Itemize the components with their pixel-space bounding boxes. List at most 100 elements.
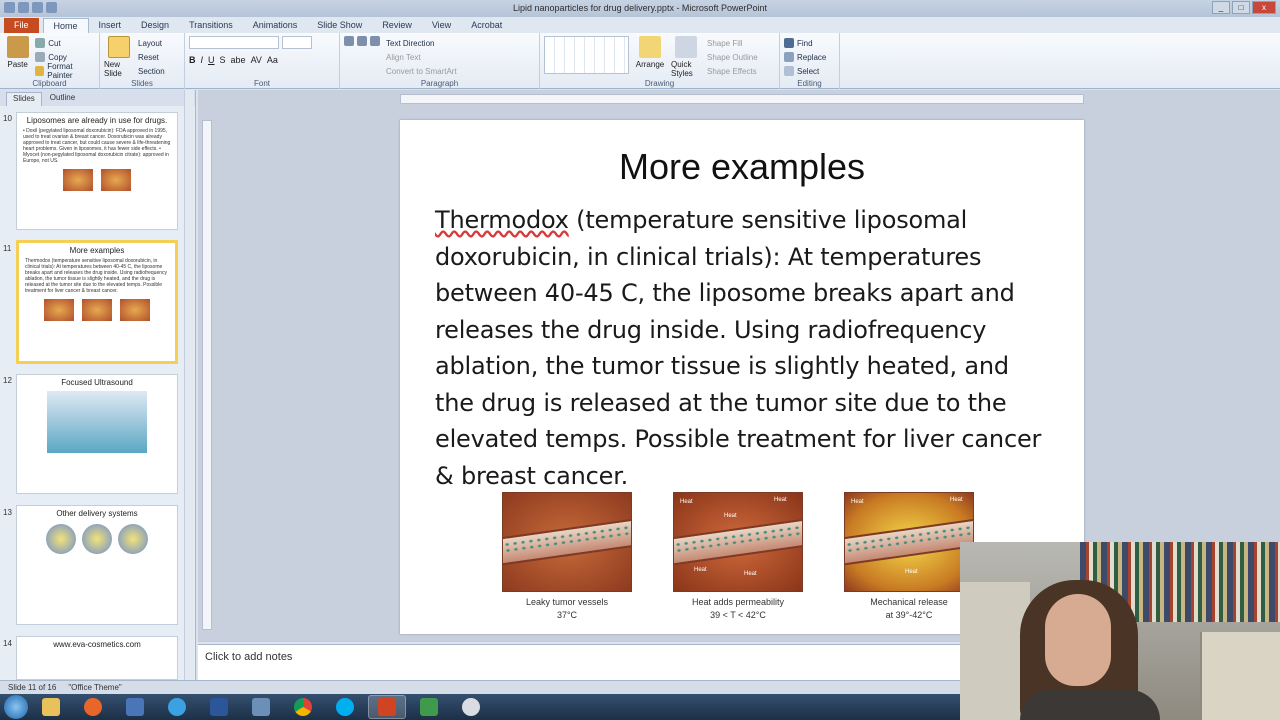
shadow-button[interactable]: S [220,55,226,65]
tab-transitions[interactable]: Transitions [179,18,243,33]
ie-icon [168,698,186,716]
tab-acrobat[interactable]: Acrobat [461,18,512,33]
window-title: Lipid nanoparticles for drug delivery.pp… [513,3,767,13]
slide-thumbnail-10[interactable]: Liposomes are already in use for drugs. … [16,112,178,230]
shapes-gallery[interactable] [544,36,629,74]
slide-body-text[interactable]: Thermodox (temperature sensitive liposom… [435,202,1055,494]
paragraph-group: Text Direction Align Text Convert to Sma… [340,33,540,89]
heat-label: Heat [744,571,757,577]
numbering-icon[interactable] [357,36,367,46]
maximize-button[interactable]: □ [1232,1,1250,14]
clipboard-group: Paste Cut Copy Format Painter Clipboard [0,33,100,89]
quick-styles-button[interactable]: Quick Styles [671,36,701,78]
slide-thumbnail-11[interactable]: More examples Thermodox (temperature sen… [16,240,178,364]
thumb-image [118,524,148,554]
minimize-button[interactable]: _ [1212,1,1230,14]
heat-label: Heat [724,513,737,519]
bold-button[interactable]: B [189,55,196,65]
close-button[interactable]: x [1252,1,1276,14]
slides-pane-scrollbar[interactable] [184,90,194,680]
tab-insert[interactable]: Insert [89,18,132,33]
shape-fill-button[interactable]: Shape Fill [707,36,758,50]
theme-name[interactable]: "Office Theme" [68,683,121,692]
figure-caption: Heat adds permeability 39 < T < 42°C [691,597,785,620]
slide-thumbnail-14[interactable]: www.eva-cosmetics.com [16,636,178,680]
replace-button[interactable]: Replace [784,50,835,64]
underline-button[interactable]: U [208,55,215,65]
slide-number: 13 [3,508,12,517]
scissors-icon [35,38,46,48]
taskbar-explorer[interactable] [32,695,70,719]
tab-outline[interactable]: Outline [44,92,81,106]
font-size-input[interactable] [282,36,312,49]
notes-placeholder[interactable]: Click to add notes [205,651,292,663]
taskbar-search[interactable] [452,695,490,719]
cut-button[interactable]: Cut [35,36,95,50]
taskbar-powerpoint[interactable] [368,695,406,719]
bullets-icon[interactable] [344,36,354,46]
heat-label: Heat [694,567,707,573]
figure-heat-permeability[interactable]: Heat Heat Heat Heat Heat [673,492,803,592]
font-name-input[interactable] [189,36,279,49]
status-bar: Slide 11 of 16 "Office Theme" [0,680,960,694]
taskbar-skype[interactable] [326,695,364,719]
brush-icon [35,66,45,76]
slide-thumbnail-12[interactable]: Focused Ultrasound [16,374,178,494]
figure-caption: Leaky tumor vessels 37°C [525,597,609,620]
slide-number: 11 [3,244,12,253]
taskbar-media[interactable] [116,695,154,719]
text-direction-button[interactable]: Text Direction [386,36,457,50]
tab-file[interactable]: File [4,18,39,33]
start-button[interactable] [4,695,28,719]
change-case-button[interactable]: Aa [267,55,278,65]
char-spacing-button[interactable]: AV [251,55,262,65]
taskbar-chrome[interactable] [284,695,322,719]
slide-title[interactable]: More examples [400,146,1084,188]
network-icon [252,698,270,716]
shape-outline-button[interactable]: Shape Outline [707,50,758,64]
find-button[interactable]: Find [784,36,835,50]
convert-smartart-button[interactable]: Convert to SmartArt [386,64,457,78]
taskbar-camtasia[interactable] [410,695,448,719]
new-slide-button[interactable]: New Slide [104,36,134,78]
taskbar-network[interactable] [242,695,280,719]
layout-button[interactable]: Layout [138,36,165,50]
presenter-body [1020,690,1160,720]
format-painter-button[interactable]: Format Painter [35,62,95,80]
thumb-image [82,299,112,321]
tab-slide-show[interactable]: Slide Show [307,18,372,33]
indent-icon[interactable] [370,36,380,46]
search-icon [462,698,480,716]
tab-slides[interactable]: Slides [6,92,42,106]
arrange-button[interactable]: Arrange [635,36,665,78]
align-text-button[interactable]: Align Text [386,50,457,64]
figure-leaky-vessels[interactable] [502,492,632,592]
thumb-image [120,299,150,321]
thumb-image [82,524,112,554]
media-player-icon [126,698,144,716]
folder-icon [42,698,60,716]
taskbar-firefox[interactable] [74,695,112,719]
powerpoint-icon [378,698,396,716]
misspelled-term[interactable]: Thermodox [435,206,569,234]
thumb-image [63,169,93,191]
section-button[interactable]: Section [138,64,165,78]
shape-effects-button[interactable]: Shape Effects [707,64,758,78]
taskbar-word[interactable] [200,695,238,719]
slide-thumbnail-13[interactable]: Other delivery systems [16,505,178,625]
tab-design[interactable]: Design [131,18,179,33]
reset-button[interactable]: Reset [138,50,165,64]
tab-home[interactable]: Home [42,18,89,33]
tab-view[interactable]: View [422,18,461,33]
paste-button[interactable]: Paste [4,36,31,78]
italic-button[interactable]: I [201,55,204,65]
strikethrough-button[interactable]: abe [231,55,246,65]
taskbar-ie[interactable] [158,695,196,719]
select-icon [784,66,794,76]
notes-pane[interactable]: Click to add notes [198,644,960,680]
heat-label: Heat [851,499,864,505]
tab-animations[interactable]: Animations [243,18,308,33]
tab-review[interactable]: Review [372,18,422,33]
figure-mechanical-release[interactable]: Heat Heat Heat [844,492,974,592]
select-button[interactable]: Select [784,64,835,78]
